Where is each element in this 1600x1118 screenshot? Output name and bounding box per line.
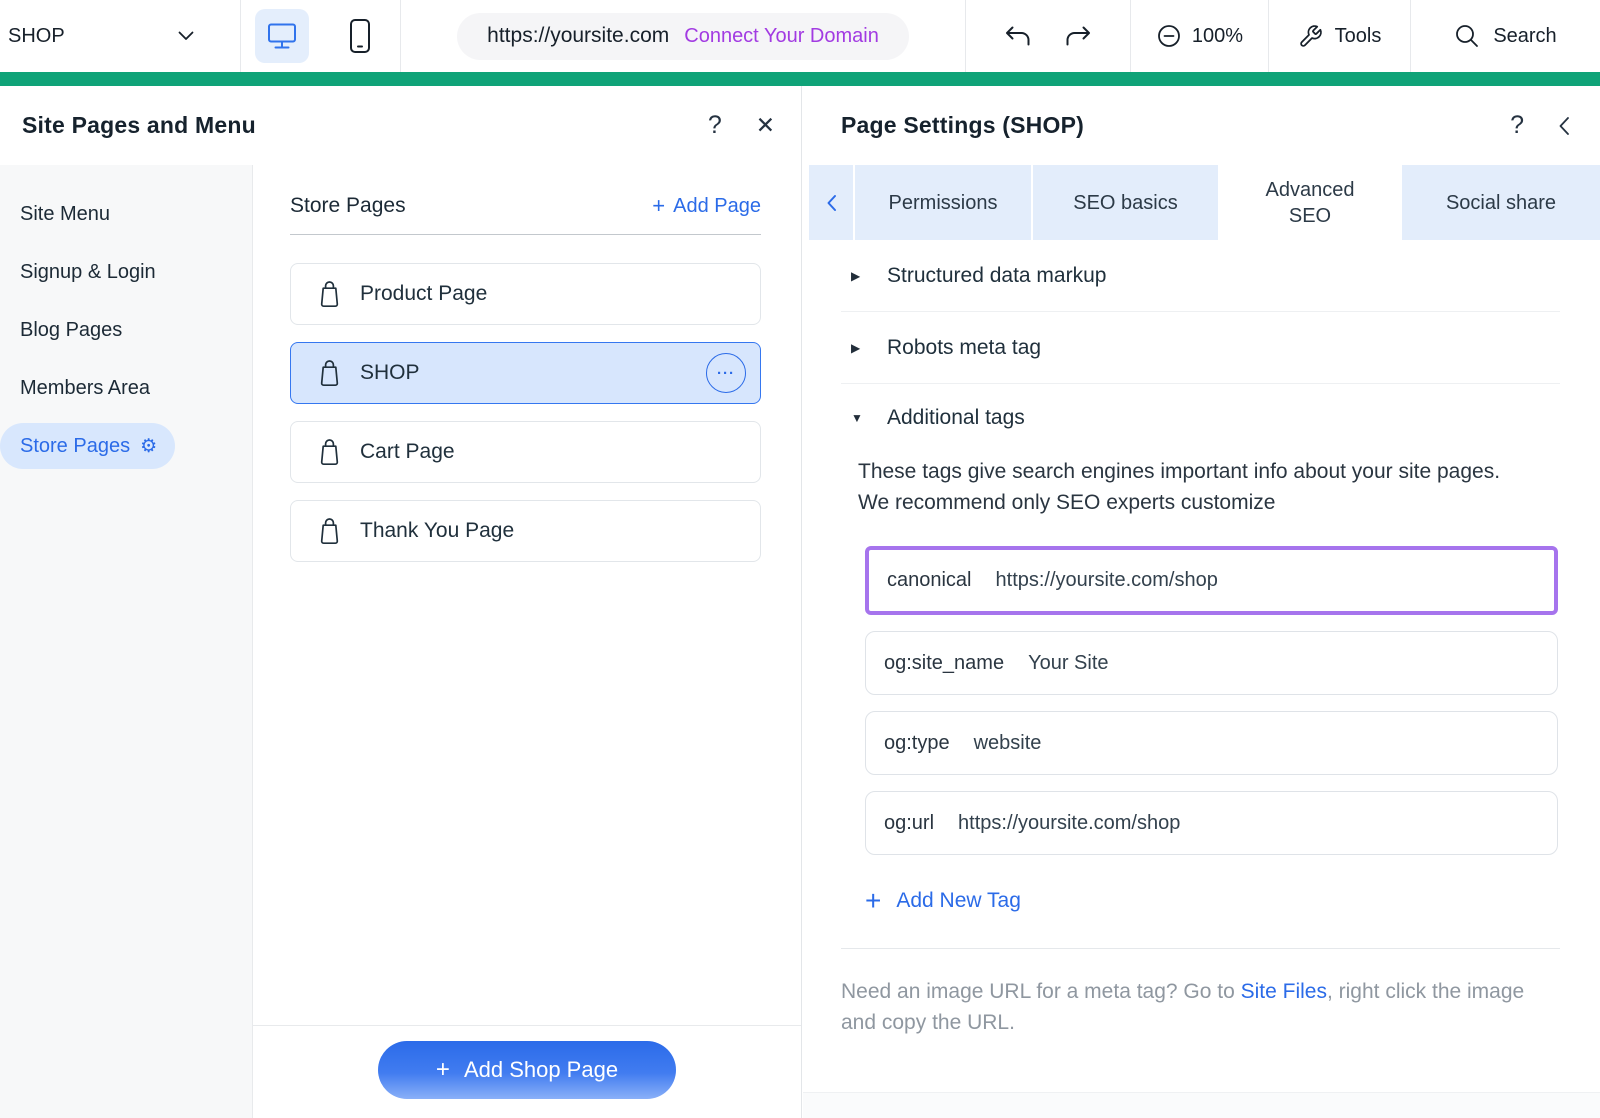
plus-icon: +	[436, 1056, 450, 1084]
store-pages-footer: + Add Shop Page	[253, 1025, 801, 1118]
gear-icon[interactable]: ⚙	[140, 437, 157, 456]
sidebar-item-store-pages[interactable]: Store Pages ⚙	[0, 417, 252, 475]
site-pages-panel: Site Pages and Menu ? ✕ Site Menu Signup…	[0, 86, 802, 1118]
zoom-control[interactable]: 100%	[1130, 0, 1268, 72]
redo-icon[interactable]	[1064, 24, 1092, 48]
site-pages-panel-header: Site Pages and Menu ? ✕	[0, 86, 801, 165]
accordion-structured-data[interactable]: ▶ Structured data markup	[841, 240, 1560, 312]
store-pages-heading: Store Pages	[290, 194, 406, 218]
undo-icon[interactable]	[1004, 24, 1032, 48]
add-shop-page-button[interactable]: + Add Shop Page	[378, 1041, 676, 1099]
mobile-view-button[interactable]	[333, 9, 387, 63]
advanced-seo-content: ▶ Structured data markup ▶ Robots meta t…	[803, 240, 1600, 1038]
site-files-link[interactable]: Site Files	[1241, 980, 1327, 1003]
zoom-level: 100%	[1192, 25, 1243, 48]
tab-permissions[interactable]: Permissions	[855, 165, 1033, 240]
meta-tag-og-site-name[interactable]: og:site_name Your Site	[865, 631, 1558, 695]
close-icon[interactable]: ✕	[756, 114, 775, 137]
help-icon[interactable]: ?	[708, 113, 722, 138]
caret-down-icon: ▼	[851, 411, 865, 425]
site-url: https://yoursite.com	[487, 24, 669, 48]
plus-icon: +	[652, 193, 665, 219]
more-options-button[interactable]: ···	[706, 353, 746, 393]
ellipsis-icon: ···	[717, 365, 735, 382]
desktop-view-button[interactable]	[255, 9, 309, 63]
top-toolbar: SHOP https://yoursite.com Connect Your D…	[0, 0, 1600, 72]
caret-right-icon: ▶	[851, 269, 865, 283]
page-settings-header: Page Settings (SHOP) ?	[803, 86, 1600, 165]
plus-icon: +	[865, 887, 881, 915]
add-new-tag-button[interactable]: + Add New Tag	[865, 887, 1560, 915]
page-settings-panel: Page Settings (SHOP) ? Permissions SEO b…	[803, 86, 1600, 1118]
connect-domain-link[interactable]: Connect Your Domain	[684, 25, 879, 48]
device-switcher	[240, 0, 400, 72]
page-row-cart-page[interactable]: Cart Page	[290, 421, 761, 483]
meta-tag-canonical[interactable]: canonical https://yoursite.com/shop	[865, 546, 1558, 615]
sidebar-item-members-area[interactable]: Members Area	[0, 359, 252, 417]
additional-tags-description: These tags give search engines important…	[858, 456, 1503, 518]
history-controls	[965, 0, 1130, 72]
store-pages-divider	[290, 234, 761, 235]
pages-sidebar: Site Menu Signup & Login Blog Pages Memb…	[0, 165, 253, 1118]
shopping-bag-icon	[318, 439, 341, 466]
meta-tag-og-url[interactable]: og:url https://yoursite.com/shop	[865, 791, 1558, 855]
page-selector-label: SHOP	[8, 25, 65, 48]
desktop-icon	[267, 22, 297, 50]
collapse-panel-icon[interactable]	[1558, 116, 1570, 136]
tab-advanced-seo[interactable]: Advanced SEO	[1220, 165, 1402, 240]
image-url-note: Need an image URL for a meta tag? Go to …	[841, 976, 1551, 1038]
caret-right-icon: ▶	[851, 341, 865, 355]
tools-button[interactable]: Tools	[1268, 0, 1410, 72]
url-bar-section: https://yoursite.com Connect Your Domain	[400, 0, 965, 72]
tab-social-share[interactable]: Social share	[1402, 165, 1600, 240]
tools-label: Tools	[1335, 25, 1382, 48]
shopping-bag-icon	[318, 281, 341, 308]
tabs-scroll-left-button[interactable]	[809, 165, 855, 240]
settings-divider	[841, 948, 1560, 949]
site-pages-panel-title: Site Pages and Menu	[22, 112, 256, 139]
search-label: Search	[1493, 25, 1556, 48]
sidebar-item-site-menu[interactable]: Site Menu	[0, 185, 252, 243]
page-row-product-page[interactable]: Product Page	[290, 263, 761, 325]
shopping-bag-icon	[318, 518, 341, 545]
chevron-down-icon	[178, 31, 194, 41]
page-settings-title: Page Settings (SHOP)	[841, 112, 1084, 139]
search-icon	[1454, 23, 1480, 49]
wrench-icon	[1298, 24, 1323, 49]
editor-accent-bar	[0, 72, 1600, 86]
page-row-thank-you-page[interactable]: Thank You Page	[290, 500, 761, 562]
search-button[interactable]: Search	[1410, 0, 1600, 72]
tab-seo-basics[interactable]: SEO basics	[1033, 165, 1220, 240]
zoom-out-icon	[1156, 23, 1182, 49]
help-icon[interactable]: ?	[1510, 113, 1524, 138]
shopping-bag-icon	[318, 360, 341, 387]
mobile-icon	[349, 18, 371, 54]
add-page-button[interactable]: + Add Page	[652, 193, 761, 219]
meta-tag-list: canonical https://yoursite.com/shop og:s…	[865, 546, 1558, 855]
page-row-shop[interactable]: SHOP ···	[290, 342, 761, 404]
store-pages-section: Store Pages + Add Page Product Page	[253, 165, 801, 1118]
accordion-additional-tags[interactable]: ▼ Additional tags	[841, 384, 1560, 452]
sidebar-item-blog-pages[interactable]: Blog Pages	[0, 301, 252, 359]
url-bar[interactable]: https://yoursite.com Connect Your Domain	[457, 13, 909, 60]
accordion-robots-meta[interactable]: ▶ Robots meta tag	[841, 312, 1560, 384]
meta-tag-og-type[interactable]: og:type website	[865, 711, 1558, 775]
sidebar-item-signup-login[interactable]: Signup & Login	[0, 243, 252, 301]
chevron-left-icon	[826, 194, 837, 212]
settings-tabbar: Permissions SEO basics Advanced SEO Soci…	[809, 165, 1600, 240]
page-selector[interactable]: SHOP	[0, 0, 240, 72]
panel-bottom-strip	[803, 1092, 1600, 1118]
